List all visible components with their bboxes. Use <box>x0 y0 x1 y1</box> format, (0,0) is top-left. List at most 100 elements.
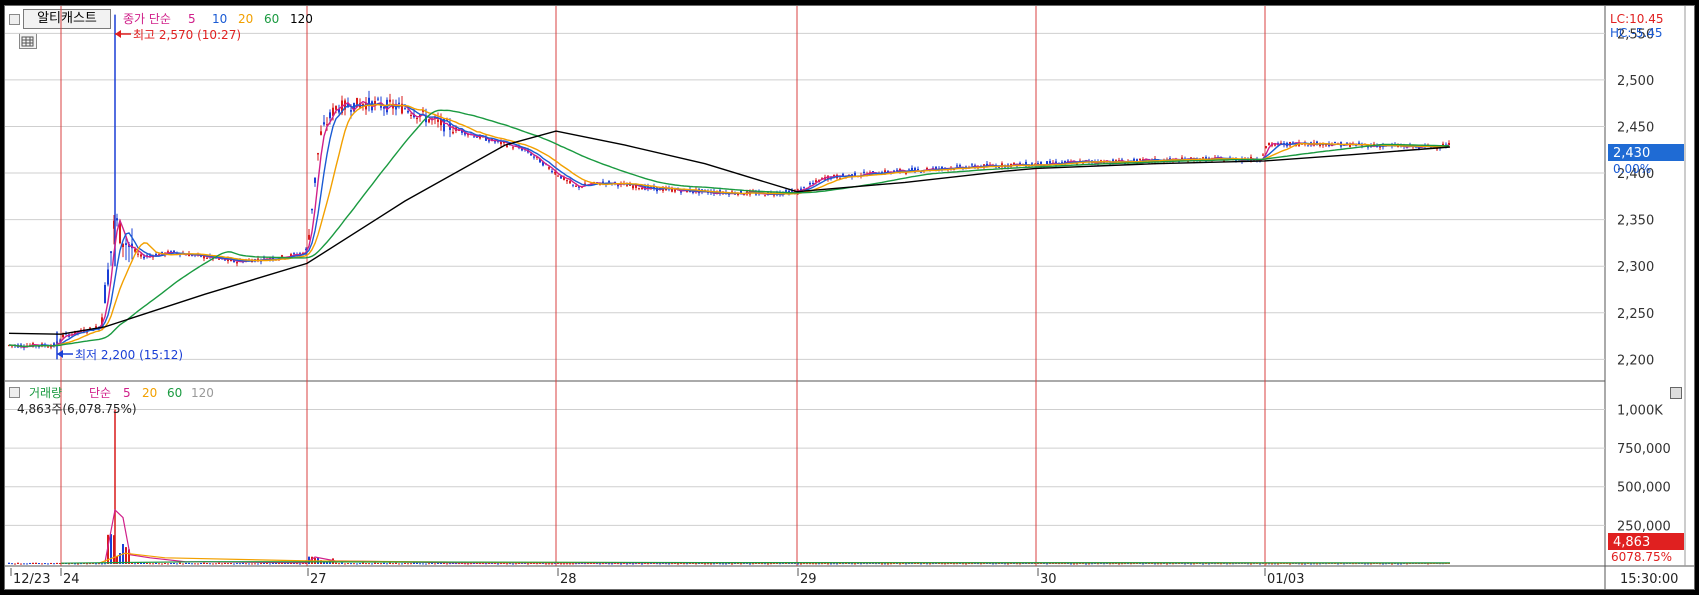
volume-bar <box>59 563 61 565</box>
candle-body <box>404 108 406 110</box>
volume-bar <box>392 563 394 565</box>
volume-bar <box>347 563 349 565</box>
candle-body <box>452 131 454 134</box>
volume-bar <box>1202 563 1204 565</box>
vol-ma5-legend[interactable]: 5 <box>123 386 131 400</box>
candle-body <box>437 119 439 122</box>
volume-bar <box>545 563 547 565</box>
candle-body <box>125 243 127 245</box>
chart-canvas: 2,2002,2502,3002,3502,4002,4502,5002,550… <box>5 6 1694 589</box>
candle-body <box>47 346 49 348</box>
volume-bar <box>422 563 424 565</box>
high-marker-text: 최고 2,570 (10:27) <box>133 28 241 42</box>
volume-bar <box>20 563 22 565</box>
volume-bar <box>419 563 421 565</box>
volume-bar <box>374 562 376 564</box>
candle-body <box>602 181 604 183</box>
volume-bar <box>263 562 265 564</box>
time-label: 15:30:00 <box>1620 572 1678 587</box>
current-change-text: 0.00% <box>1613 162 1651 176</box>
volume-bar <box>434 563 436 565</box>
moving-average-lines <box>8 100 1451 349</box>
candle-body <box>764 195 766 197</box>
volume-bar <box>704 563 706 565</box>
candle-body <box>554 172 556 174</box>
current-volume-text: 4,863 <box>1613 535 1650 550</box>
volume-bar <box>101 563 103 565</box>
ma5-line <box>8 100 1450 349</box>
vol-ma60-legend[interactable]: 60 <box>167 386 182 400</box>
candle-body <box>314 177 316 183</box>
volume-bar <box>1166 563 1168 565</box>
volume-bar <box>14 563 16 565</box>
vol-ma120-legend[interactable]: 120 <box>191 386 214 400</box>
volume-bar <box>749 563 751 565</box>
volume-bar <box>242 562 244 564</box>
candle-body <box>785 190 787 192</box>
volume-bar <box>197 563 199 565</box>
volume-bar <box>149 563 151 565</box>
volume-bar <box>407 563 409 565</box>
volume-bar <box>266 562 268 564</box>
vol-ma20-legend[interactable]: 20 <box>142 386 157 400</box>
candle-body <box>377 98 379 100</box>
volume-bar <box>185 562 187 564</box>
volume-bar <box>425 563 427 565</box>
volume-gridlines <box>5 408 1605 526</box>
volume-bar <box>836 563 838 565</box>
date-tick-label: 01/03 <box>1267 572 1304 587</box>
ma10-legend[interactable]: 10 <box>212 12 227 26</box>
volume-bar <box>365 563 367 565</box>
volume-label: 거래량 <box>29 386 62 400</box>
volume-bar <box>410 563 412 565</box>
volume-bar <box>233 563 235 565</box>
candle-body <box>110 251 112 254</box>
price-tick-label: 2,200 <box>1617 353 1654 368</box>
candle-body <box>863 171 865 173</box>
volume-bar <box>179 562 181 564</box>
volume-bar <box>1085 563 1087 565</box>
volume-bar <box>560 563 562 565</box>
candle-body <box>1049 161 1051 164</box>
date-tick-label: 12/23 <box>13 572 50 587</box>
candle-body <box>632 185 634 189</box>
volume-bar <box>632 563 634 565</box>
volume-bar <box>173 562 175 564</box>
volume-bar <box>356 563 358 565</box>
ma60-legend[interactable]: 60 <box>264 12 279 26</box>
volume-bar <box>299 563 301 565</box>
current-volume-ratio: 6078.75% <box>1611 550 1672 564</box>
volume-bar <box>1073 563 1075 565</box>
volume-bar <box>467 563 469 565</box>
volume-bar <box>497 563 499 565</box>
candle-body <box>281 255 283 258</box>
ma20-line <box>8 103 1450 348</box>
ma20-legend[interactable]: 20 <box>238 12 253 26</box>
volume-bar <box>125 547 127 564</box>
ma120-legend[interactable]: 120 <box>290 12 313 26</box>
date-tick-label: 29 <box>800 572 817 587</box>
candle-body <box>575 185 577 187</box>
volume-bar <box>827 563 829 565</box>
volume-bar <box>899 563 901 565</box>
volume-bar <box>146 562 148 564</box>
ma5-legend[interactable]: 5 <box>188 12 196 26</box>
candle-body <box>416 117 418 120</box>
volume-bar <box>659 563 661 565</box>
volume-bar <box>389 562 391 564</box>
volume-bar <box>110 534 112 564</box>
candle-body <box>104 285 106 304</box>
candle-body <box>494 141 496 143</box>
candle-body <box>548 167 550 169</box>
volume-bar <box>164 562 166 564</box>
candle-body <box>89 327 91 329</box>
volume-bar <box>965 563 967 565</box>
high-marker: 최고 2,570 (10:27) <box>115 28 241 42</box>
volume-bar <box>236 563 238 565</box>
candle-body <box>1307 145 1309 147</box>
candle-body <box>350 110 352 112</box>
date-tick-label: 24 <box>63 572 80 587</box>
volume-bar <box>431 562 433 564</box>
volume-bar <box>668 563 670 565</box>
volume-bar <box>506 563 508 565</box>
